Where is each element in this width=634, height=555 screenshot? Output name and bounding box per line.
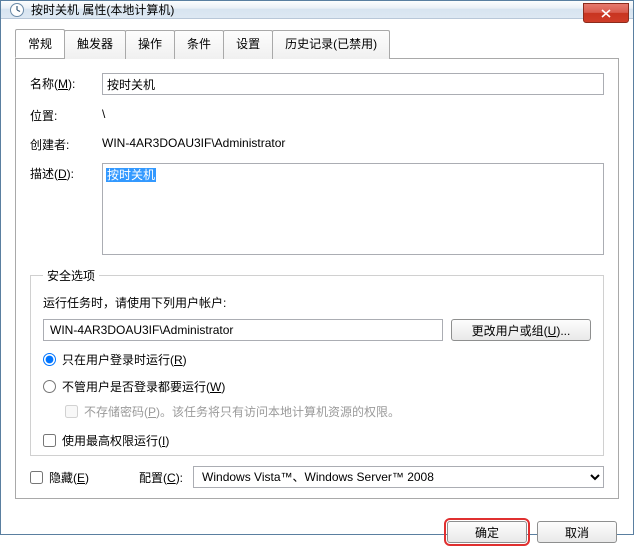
description-label: 描述(D):	[30, 163, 102, 255]
creator-row: 创建者: WIN-4AR3DOAU3IF\Administrator	[30, 134, 604, 153]
run-whether-logged-label: 不管用户是否登录都要运行(W)	[62, 378, 225, 395]
no-store-pwd-row: 不存储密码(P)。该任务将只有访问本地计算机资源的权限。	[65, 403, 591, 420]
location-row: 位置: \	[30, 105, 604, 124]
security-options-group: 安全选项 运行任务时，请使用下列用户帐户: 更改用户或组(U)... 只在用户登…	[30, 267, 604, 456]
highest-privileges-checkbox[interactable]	[43, 434, 56, 447]
no-store-password-checkbox	[65, 405, 78, 418]
location-value: \	[102, 105, 604, 121]
run-logged-on-row: 只在用户登录时运行(R)	[43, 351, 591, 368]
tab-settings[interactable]: 设置	[223, 30, 273, 59]
description-row: 描述(D): 按时关机	[30, 163, 604, 255]
creator-label: 创建者:	[30, 134, 102, 153]
titlebar: 按时关机 属性(本地计算机)	[1, 1, 633, 19]
run-whether-logged-row: 不管用户是否登录都要运行(W)	[43, 378, 591, 395]
close-icon	[601, 9, 611, 18]
change-user-button[interactable]: 更改用户或组(U)...	[451, 319, 591, 341]
run-only-logged-on-label: 只在用户登录时运行(R)	[62, 351, 187, 368]
highest-privileges-label: 使用最高权限运行(I)	[62, 432, 169, 449]
clock-icon	[9, 2, 25, 18]
account-input[interactable]	[43, 319, 443, 341]
creator-value: WIN-4AR3DOAU3IF\Administrator	[102, 134, 604, 150]
no-store-password-label: 不存储密码(P)。该任务将只有访问本地计算机资源的权限。	[84, 403, 400, 420]
run-as-text: 运行任务时，请使用下列用户帐户:	[43, 294, 591, 311]
cancel-button[interactable]: 取消	[537, 521, 617, 543]
configure-select[interactable]: Windows Vista™、Windows Server™ 2008	[193, 466, 604, 488]
account-row: 更改用户或组(U)...	[43, 319, 591, 341]
tab-actions[interactable]: 操作	[125, 30, 175, 59]
location-label: 位置:	[30, 105, 102, 124]
window-title: 按时关机 属性(本地计算机)	[31, 1, 174, 18]
tab-history[interactable]: 历史记录(已禁用)	[272, 30, 390, 59]
dialog-footer: 确定 取消	[1, 509, 633, 555]
description-textarea[interactable]: 按时关机	[102, 163, 604, 255]
name-row: 名称(M):	[30, 73, 604, 95]
tab-triggers[interactable]: 触发器	[64, 30, 126, 59]
name-input[interactable]	[102, 73, 604, 95]
tab-strip: 常规 触发器 操作 条件 设置 历史记录(已禁用)	[15, 29, 619, 59]
hidden-label: 隐藏(E)	[49, 469, 89, 486]
configure-label: 配置(C):	[139, 469, 183, 486]
hidden-checkbox[interactable]	[30, 471, 43, 484]
dialog-body: 常规 触发器 操作 条件 设置 历史记录(已禁用) 名称(M): 位置: \ 创…	[1, 19, 633, 509]
run-only-logged-on-radio[interactable]	[43, 353, 56, 366]
bottom-row: 隐藏(E) 配置(C): Windows Vista™、Windows Serv…	[30, 466, 604, 488]
run-whether-logged-radio[interactable]	[43, 380, 56, 393]
security-legend: 安全选项	[43, 267, 99, 284]
highest-priv-row: 使用最高权限运行(I)	[43, 432, 591, 449]
task-properties-dialog: 按时关机 属性(本地计算机) 常规 触发器 操作 条件 设置 历史记录(已禁用)…	[0, 0, 634, 535]
tab-panel-general: 名称(M): 位置: \ 创建者: WIN-4AR3DOAU3IF\Admini…	[15, 59, 619, 499]
name-label: 名称(M):	[30, 73, 102, 92]
close-button[interactable]	[583, 3, 629, 23]
tab-conditions[interactable]: 条件	[174, 30, 224, 59]
ok-button[interactable]: 确定	[447, 521, 527, 543]
hidden-row: 隐藏(E)	[30, 469, 89, 486]
tab-general[interactable]: 常规	[15, 29, 65, 58]
